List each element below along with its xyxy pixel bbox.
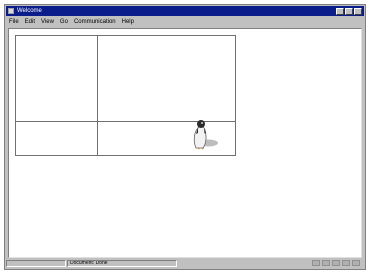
menu-help[interactable]: Help [122,18,134,26]
mail-icon[interactable] [322,260,330,266]
grid-vertical-divider [97,36,98,155]
status-text: Document: Done [67,259,177,267]
app-icon[interactable] [8,8,14,14]
status-left-pane [6,259,66,267]
menu-view[interactable]: View [41,18,54,26]
minimize-button[interactable] [336,7,344,15]
penguin-icon [193,120,218,150]
menu-communication[interactable]: Communication [74,18,116,26]
menu-file[interactable]: File [9,18,19,26]
address-icon[interactable] [342,260,350,266]
title-bar[interactable]: Welcome [6,6,364,16]
network-icon[interactable] [352,260,360,266]
status-bar: Document: Done [6,258,364,268]
window-title: Welcome [17,8,42,14]
composer-icon[interactable] [332,260,340,266]
close-button[interactable] [354,7,362,15]
menu-bar: File Edit View Go Communication Help [6,17,364,26]
menu-go[interactable]: Go [60,18,68,26]
maximize-button[interactable] [345,7,353,15]
menu-edit[interactable]: Edit [25,18,35,26]
status-icons [312,260,360,266]
security-icon[interactable] [312,260,320,266]
app-window: Welcome File Edit View Go Communication … [4,4,366,270]
window-controls [336,7,362,15]
content-area[interactable] [8,28,362,258]
